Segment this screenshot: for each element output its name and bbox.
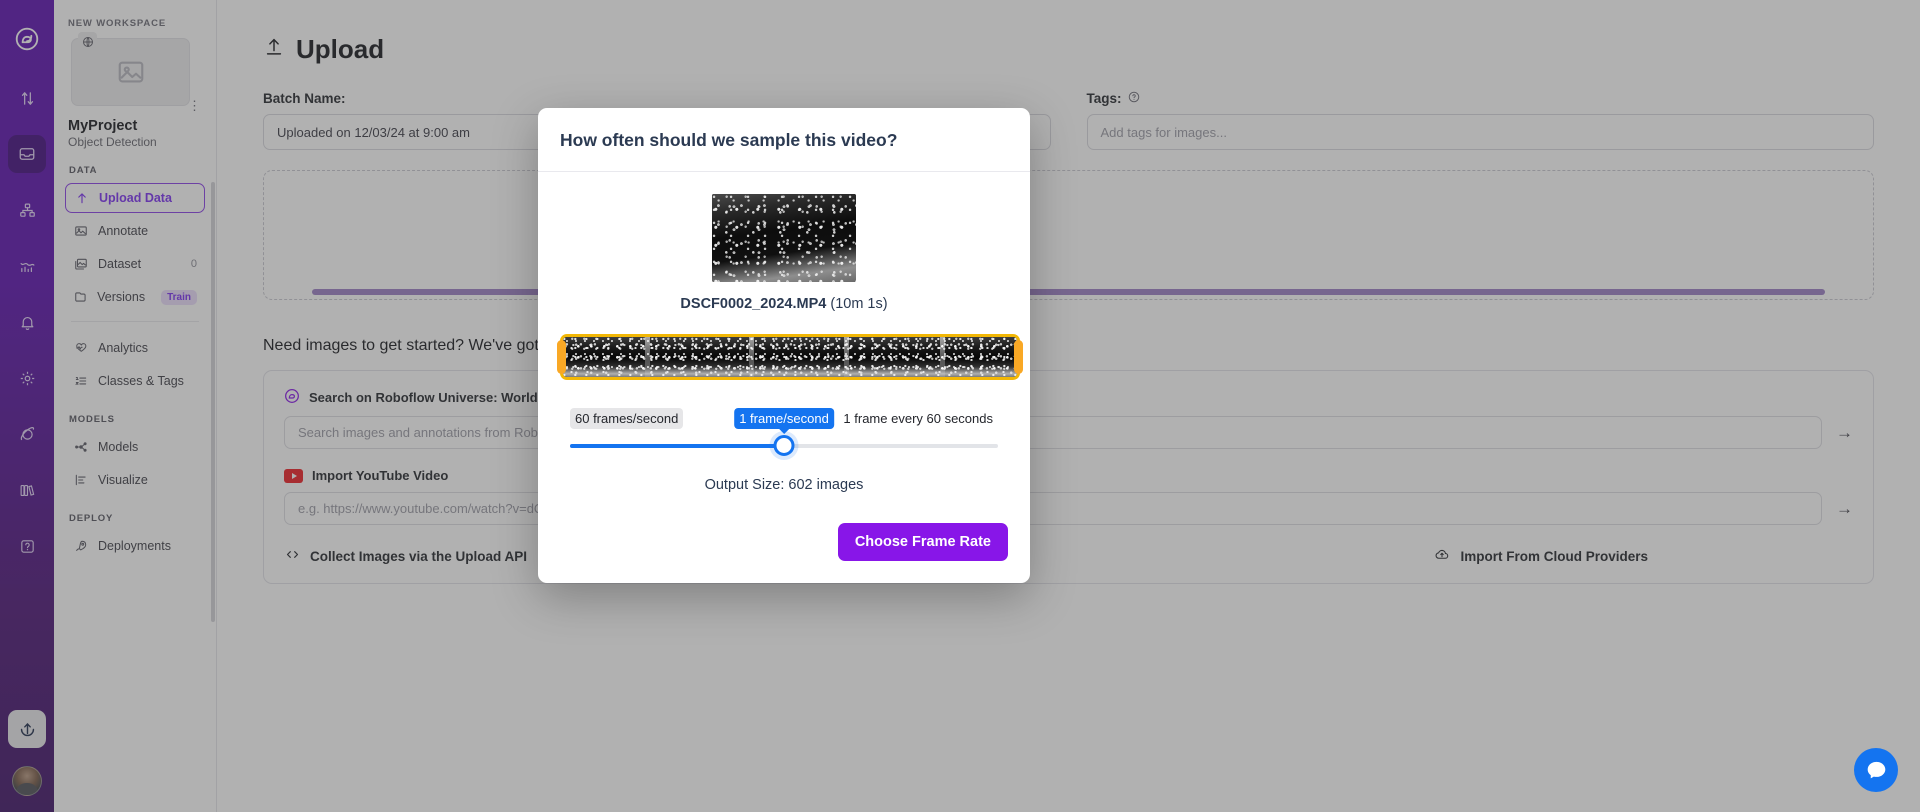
video-thumbnail-frame	[712, 194, 856, 282]
frame-rate-modal: How often should we sample this video? D…	[538, 108, 1030, 583]
slider-thumb[interactable]	[773, 435, 795, 456]
chat-bubble-icon[interactable]	[1854, 748, 1898, 792]
video-file-name: DSCF0002_2024.MP4	[680, 296, 827, 312]
filmstrip-handle-right[interactable]	[1014, 340, 1023, 374]
video-duration: (10m 1s)	[830, 296, 888, 312]
video-filmstrip[interactable]	[557, 334, 1023, 380]
modal-body: DSCF0002_2024.MP4 (10m 1s) 60 frames/sec…	[538, 172, 1030, 509]
filmstrip-noise	[563, 337, 1017, 377]
output-size-text: Output Size: 602 images	[704, 477, 864, 493]
filmstrip-tick	[939, 337, 945, 377]
filmstrip-tick	[749, 337, 755, 377]
frame-rate-slider[interactable]	[560, 434, 1008, 458]
modal-header: How often should we sample this video?	[538, 108, 1030, 172]
video-file-info: DSCF0002_2024.MP4 (10m 1s)	[560, 296, 1008, 312]
modal-title: How often should we sample this video?	[560, 130, 898, 150]
slider-min-label: 60 frames/second	[570, 408, 684, 429]
app-root: NEW WORKSPACE MyProject Object Detection…	[0, 0, 1920, 812]
slider-track-fill	[570, 444, 784, 448]
filmstrip-tick	[844, 337, 850, 377]
choose-frame-rate-button[interactable]: Choose Frame Rate	[837, 523, 1008, 561]
modal-footer: Choose Frame Rate	[538, 509, 1030, 583]
video-thumbnail	[712, 194, 856, 282]
slider-max-label: 1 frame every 60 seconds	[843, 411, 993, 426]
filmstrip-frames	[563, 337, 1017, 377]
filmstrip-handle-left[interactable]	[557, 340, 566, 374]
slider-labels: 60 frames/second 1 frame/second 1 frame …	[560, 408, 1008, 430]
filmstrip-tick	[644, 337, 650, 377]
slider-current-label: 1 frame/second	[734, 408, 834, 429]
